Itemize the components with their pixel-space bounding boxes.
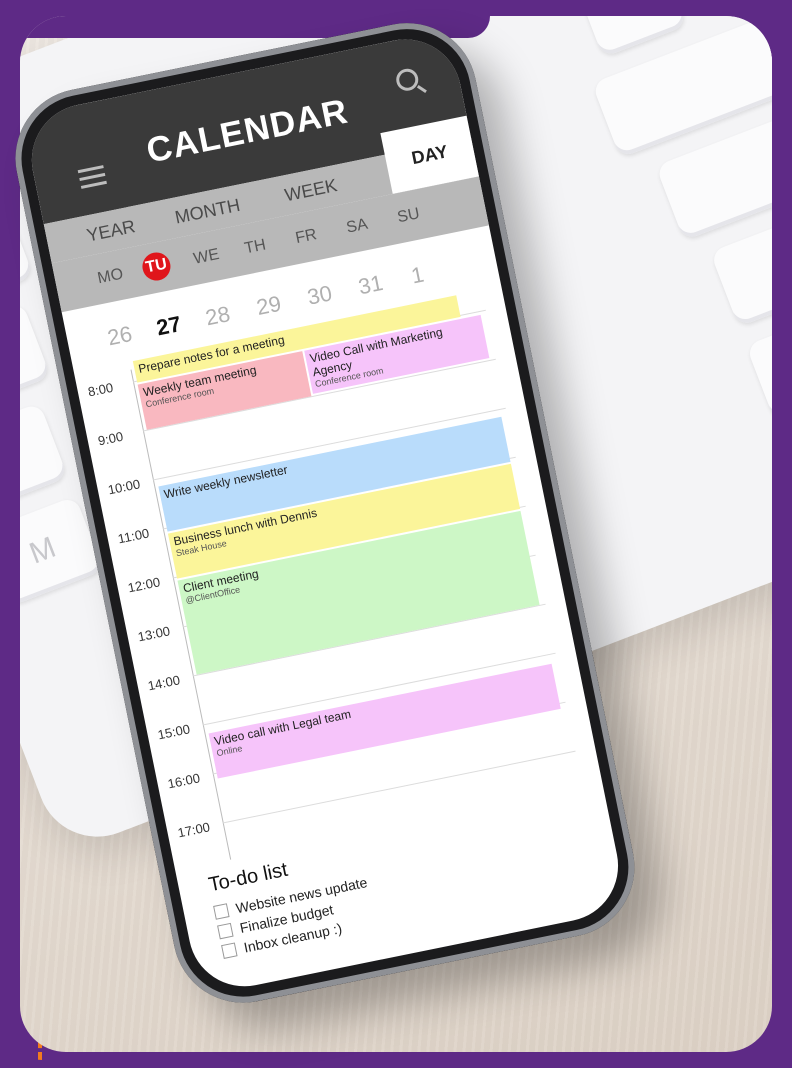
date-cell-today[interactable]: 27 [154,311,183,341]
checkbox[interactable] [221,942,238,959]
hour-label: 15:00 [156,721,192,743]
date-cell[interactable]: 26 [105,321,134,351]
event-title: Write weekly newsletter [162,462,289,502]
date-cell[interactable]: 31 [356,270,385,300]
keyboard-key [745,313,772,421]
hour-label: 9:00 [96,428,125,449]
weekday-label: SU [395,205,422,227]
checkbox[interactable] [213,903,230,920]
hour-label: 16:00 [166,770,202,792]
date-cell[interactable]: 30 [305,280,334,310]
checkbox[interactable] [217,922,234,940]
hour-label: 10:00 [106,476,142,498]
hour-label: 13:00 [136,623,172,645]
date-cell[interactable]: 29 [254,291,283,321]
weekday-label: WE [192,245,221,268]
hour-label: 17:00 [176,819,212,841]
weekday-label: FR [294,226,319,247]
weekday-today-badge[interactable]: TU [139,249,173,283]
hour-label: 12:00 [126,574,162,596]
hour-label: 11:00 [116,525,151,547]
date-cell[interactable]: 1 [409,262,426,290]
day-schedule-grid: 8:00 9:00 10:00 11:00 12:00 13:00 14:00 … [76,294,603,871]
hour-label: 8:00 [86,379,115,400]
keyboard-key [710,219,772,327]
event-location: Online [215,743,244,759]
event-video-call-legal[interactable]: Video call with Legal team Online [208,663,561,779]
weekday-label: MO [96,265,125,288]
weekday-label: SA [344,215,370,237]
weekday-label: TH [243,236,268,258]
keyboard-key [574,16,688,58]
keyboard-key [20,402,69,514]
hour-label: 14:00 [146,672,182,694]
date-cell[interactable]: 28 [203,301,232,331]
